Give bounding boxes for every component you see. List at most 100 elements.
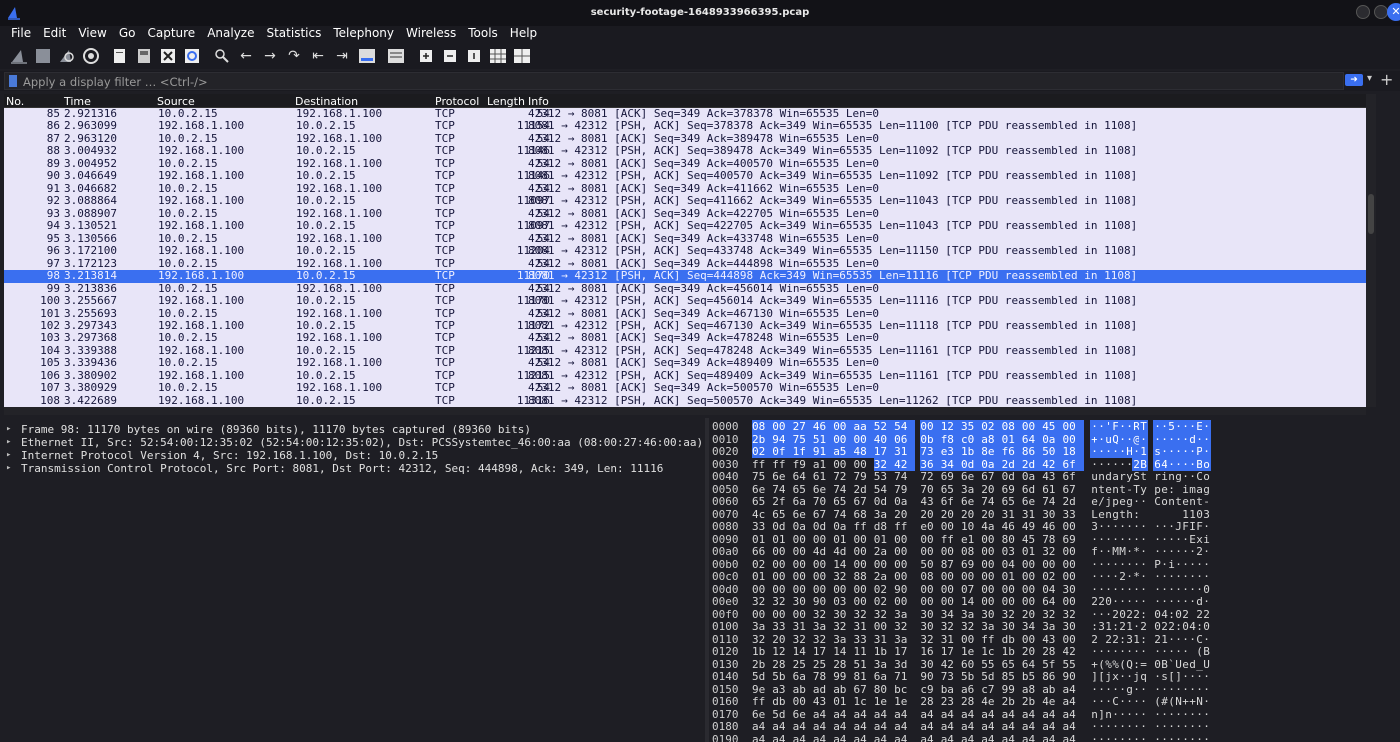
ascii-char[interactable]: · bbox=[1139, 720, 1148, 733]
hex-byte[interactable]: 78 bbox=[1042, 533, 1063, 546]
hex-byte[interactable]: 33 bbox=[1063, 508, 1084, 521]
hex-byte[interactable]: 00 bbox=[1063, 558, 1084, 571]
hex-byte[interactable]: 6e bbox=[752, 483, 773, 496]
hex-byte[interactable]: 00 bbox=[941, 595, 962, 608]
hex-byte[interactable]: 00 bbox=[793, 533, 814, 546]
hex-byte[interactable]: 51 bbox=[812, 432, 834, 446]
hex-byte[interactable]: 2b bbox=[752, 432, 773, 446]
ascii-char[interactable] bbox=[1139, 508, 1148, 521]
hex-byte[interactable]: 94 bbox=[772, 432, 794, 446]
hex-byte[interactable]: a4 bbox=[961, 720, 982, 733]
hex-byte[interactable]: 00 bbox=[833, 432, 855, 446]
hex-byte[interactable]: 0a bbox=[833, 520, 854, 533]
hex-byte[interactable]: 74 bbox=[772, 483, 793, 496]
hex-byte[interactable]: a8 bbox=[981, 432, 1003, 446]
hex-byte[interactable]: 64 bbox=[1022, 658, 1043, 671]
hex-byte[interactable]: 30 bbox=[793, 595, 814, 608]
hex-byte[interactable]: db bbox=[1002, 633, 1023, 646]
hex-byte[interactable]: 0d bbox=[1002, 470, 1023, 483]
hex-byte[interactable]: 01 bbox=[772, 533, 793, 546]
go-first-icon[interactable]: ⇤ bbox=[308, 46, 328, 66]
hex-byte[interactable]: 65 bbox=[752, 495, 773, 508]
packet-details-pane[interactable]: ▸ Frame 98: 11170 bytes on wire (89360 bi… bbox=[4, 418, 704, 742]
scrollbar-thumb[interactable] bbox=[1368, 194, 1374, 234]
hex-byte[interactable]: ff bbox=[941, 533, 962, 546]
hex-byte[interactable]: 60 bbox=[961, 658, 982, 671]
hex-byte[interactable]: 2d bbox=[1021, 457, 1043, 471]
menu-statistics[interactable]: Statistics bbox=[266, 26, 321, 43]
hex-byte[interactable]: 5f bbox=[1042, 658, 1063, 671]
hex-byte[interactable]: 32 bbox=[961, 620, 982, 633]
hex-byte[interactable]: a4 bbox=[894, 733, 915, 742]
hex-byte[interactable]: 32 bbox=[813, 608, 834, 621]
hex-byte[interactable]: 20 bbox=[772, 633, 793, 646]
hex-byte[interactable]: 00 bbox=[894, 595, 915, 608]
ascii-char[interactable]: g bbox=[1202, 483, 1211, 496]
hex-byte[interactable]: 4c bbox=[752, 508, 773, 521]
hex-byte[interactable]: 00 bbox=[1063, 570, 1084, 583]
hex-byte[interactable]: 5b bbox=[772, 670, 793, 683]
hex-byte[interactable]: 99 bbox=[1002, 683, 1023, 696]
hex-byte[interactable]: 00 bbox=[981, 595, 1002, 608]
hex-byte[interactable]: 6a bbox=[793, 495, 814, 508]
hex-byte[interactable]: 6e bbox=[961, 470, 982, 483]
hex-byte[interactable]: a4 bbox=[833, 720, 854, 733]
ascii-char[interactable]: o bbox=[1202, 457, 1211, 471]
hex-byte[interactable]: 5b bbox=[961, 670, 982, 683]
hex-byte[interactable]: 00 bbox=[961, 633, 982, 646]
hex-byte[interactable]: a4 bbox=[752, 733, 773, 742]
hex-byte[interactable]: 75 bbox=[752, 470, 773, 483]
hex-byte[interactable]: 00 bbox=[772, 583, 793, 596]
hex-byte[interactable]: aa bbox=[853, 420, 875, 433]
hex-byte[interactable]: ab bbox=[1042, 683, 1063, 696]
hex-byte[interactable]: 00 bbox=[772, 570, 793, 583]
hex-byte[interactable]: 0a bbox=[894, 495, 915, 508]
stop-capture-icon[interactable] bbox=[33, 46, 53, 66]
hex-byte[interactable]: a8 bbox=[1022, 683, 1043, 696]
col-protocol[interactable]: Protocol bbox=[435, 95, 479, 108]
hex-byte[interactable]: a4 bbox=[874, 720, 895, 733]
hex-byte[interactable]: 50 bbox=[920, 558, 941, 571]
ascii-char[interactable]: · bbox=[1202, 520, 1211, 533]
hex-byte[interactable]: 91 bbox=[812, 445, 834, 458]
hex-byte[interactable]: 3a bbox=[961, 608, 982, 621]
hex-byte[interactable]: a4 bbox=[941, 708, 962, 721]
hex-byte[interactable]: 5d bbox=[981, 670, 1002, 683]
hex-byte[interactable]: 0a bbox=[793, 520, 814, 533]
menu-wireless[interactable]: Wireless bbox=[406, 26, 456, 43]
hex-byte[interactable]: 61 bbox=[1042, 483, 1063, 496]
hex-byte[interactable]: 00 bbox=[874, 558, 895, 571]
hex-byte[interactable]: 01 bbox=[874, 533, 895, 546]
hex-byte[interactable]: 66 bbox=[752, 545, 773, 558]
hex-byte[interactable]: 28 bbox=[1042, 645, 1063, 658]
ascii-char[interactable]: · bbox=[1202, 633, 1211, 646]
hex-byte[interactable]: 69 bbox=[1002, 483, 1023, 496]
hex-byte[interactable]: 31 bbox=[941, 633, 962, 646]
hex-byte[interactable]: 40 bbox=[873, 432, 895, 446]
hex-byte[interactable]: 10 bbox=[961, 520, 982, 533]
hex-byte[interactable]: 00 bbox=[941, 583, 962, 596]
hex-byte[interactable]: 34 bbox=[941, 608, 962, 621]
hex-byte[interactable]: 1e bbox=[894, 695, 915, 708]
hex-byte[interactable]: 6e bbox=[752, 708, 773, 721]
hex-byte[interactable]: 3a bbox=[894, 633, 915, 646]
packet-row[interactable]: 108 3.422689 192.168.1.100 10.0.2.15 TCP 1131… bbox=[4, 394, 1366, 407]
hex-byte[interactable]: 80 bbox=[874, 683, 895, 696]
menu-file[interactable]: File bbox=[11, 26, 31, 43]
hex-byte[interactable]: 31 bbox=[854, 620, 875, 633]
hex-byte[interactable]: 4e bbox=[1042, 695, 1063, 708]
hex-byte[interactable]: 2f bbox=[772, 495, 793, 508]
col-length[interactable]: Length bbox=[487, 95, 525, 108]
hex-byte[interactable]: 3a bbox=[894, 608, 915, 621]
pane-splitter[interactable] bbox=[705, 418, 709, 742]
hex-byte[interactable]: 2d bbox=[854, 483, 875, 496]
hex-byte[interactable]: e0 bbox=[920, 520, 941, 533]
hex-byte[interactable]: 3a bbox=[1042, 620, 1063, 633]
hex-byte[interactable]: 25 bbox=[813, 658, 834, 671]
hex-byte[interactable]: 4d bbox=[813, 545, 834, 558]
hex-byte[interactable]: 17 bbox=[813, 645, 834, 658]
hex-byte[interactable]: a4 bbox=[920, 733, 941, 742]
hex-byte[interactable]: 6e bbox=[793, 708, 814, 721]
open-file-icon[interactable] bbox=[110, 46, 130, 66]
hex-byte[interactable]: 00 bbox=[772, 545, 793, 558]
